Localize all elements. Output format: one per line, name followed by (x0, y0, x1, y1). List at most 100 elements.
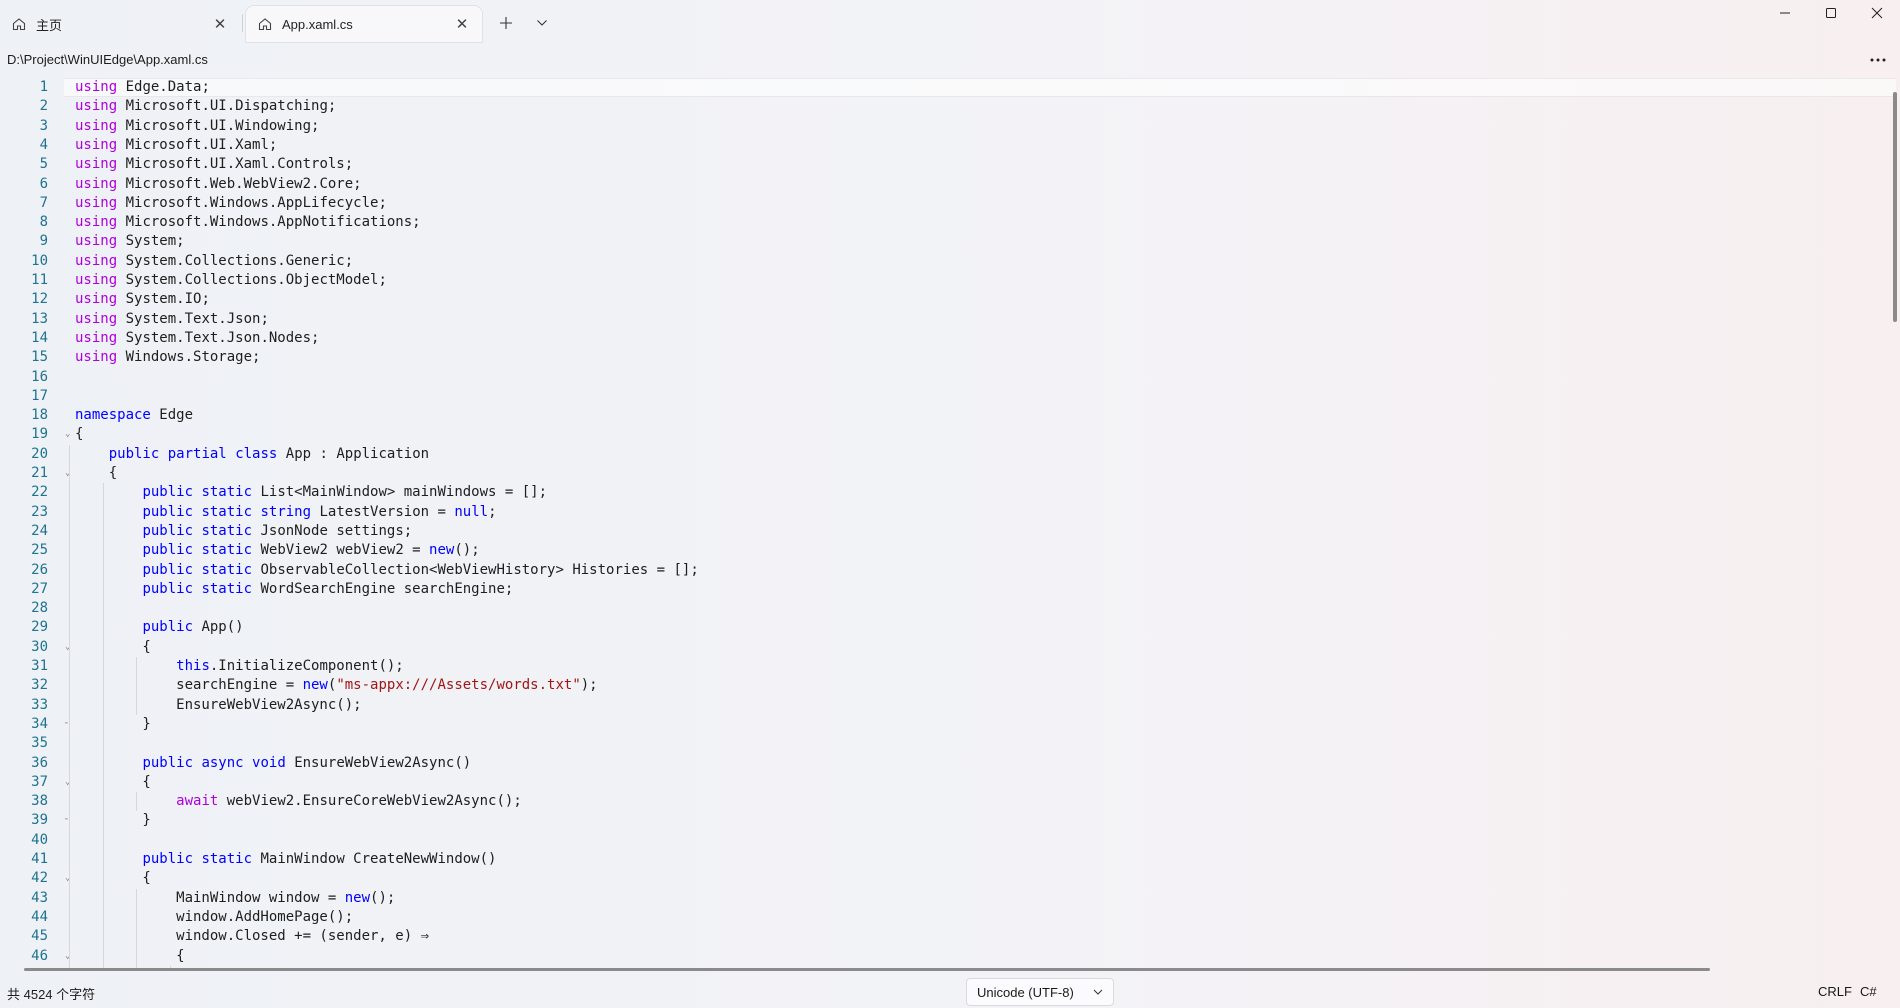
code-text: public static List<MainWindow> mainWindo… (142, 484, 548, 501)
indent-guide (69, 444, 70, 970)
code-line: 12 using System.IO; (0, 290, 1890, 309)
code-line: 8 using Microsoft.Windows.AppNotification… (0, 213, 1890, 232)
code-text: { (75, 947, 185, 964)
line-number: 44 (31, 908, 48, 925)
code-line: 19 ⌄{ (0, 425, 1890, 444)
line-number: 36 (31, 754, 48, 771)
code-line: 22 public static List<MainWindow> mainWi… (0, 483, 1890, 502)
line-number: 1 (39, 79, 48, 95)
code-line: 6 using Microsoft.Web.WebView2.Core; (0, 175, 1890, 194)
minimize-icon (1780, 12, 1790, 14)
horizontal-scrollbar[interactable] (24, 968, 1710, 971)
code-line: 14 using System.Text.Json.Nodes; (0, 329, 1890, 348)
code-text: public async void EnsureWebView2Async() (142, 754, 472, 771)
code-line: 31 this.InitializeComponent(); (0, 657, 1890, 676)
indent-guide (136, 888, 138, 970)
code-line: 25 public static WebView2 webView2 = new… (0, 541, 1890, 560)
code-line: 39 ╴ } (0, 811, 1890, 830)
close-icon (1871, 7, 1883, 19)
code-text: public App() (142, 619, 244, 636)
more-options-button[interactable] (1864, 50, 1892, 70)
code-text: { (75, 638, 151, 655)
code-text: searchEngine = new("ms-appx:///Assets/wo… (75, 677, 598, 694)
line-number: 21 (31, 465, 48, 481)
line-number: 37 (31, 773, 48, 790)
line-number: 46 (31, 947, 48, 964)
encoding-select[interactable]: Unicode (UTF-8) (966, 978, 1114, 1006)
code-line: 45 window.Closed += (sender, e) ⇒ (0, 927, 1890, 946)
code-editor[interactable]: 1 using Edge.Data; 2 using Microsoft.UI.Dis… (0, 78, 1896, 970)
language-mode[interactable]: C# (1860, 984, 1877, 999)
line-number: 23 (31, 503, 48, 520)
code-line: 41 public static MainWindow CreateNewWin… (0, 850, 1890, 869)
tab-label: 主页 (36, 17, 63, 33)
code-text: using Microsoft.Windows.AppLifecycle; (75, 194, 387, 211)
line-number: 42 (31, 870, 48, 887)
maximize-button[interactable] (1808, 0, 1854, 26)
code-text: MainWindow window = new(); (75, 889, 396, 906)
indent-guide (136, 657, 138, 715)
tab-list-button[interactable] (528, 10, 556, 36)
vertical-scrollbar[interactable] (1893, 92, 1897, 322)
code-line: 4 using Microsoft.UI.Xaml; (0, 136, 1890, 155)
indent-guide (136, 792, 138, 812)
title-bar: 主页 ✕ App.xaml.cs ✕ (0, 0, 1900, 42)
code-line: 21 ⌄ { (0, 464, 1890, 483)
code-text: using System.Collections.Generic; (75, 252, 354, 269)
line-number: 6 (39, 175, 48, 192)
line-number: 13 (31, 310, 48, 327)
code-text: using System; (75, 233, 185, 250)
code-text: this.InitializeComponent(); (176, 658, 404, 674)
tab-label: App.xaml.cs (282, 16, 353, 32)
close-window-button[interactable] (1854, 0, 1900, 26)
chevron-down-icon (537, 20, 547, 26)
code-line: 5 using Microsoft.UI.Xaml.Controls; (0, 155, 1890, 174)
chevron-down-icon (1093, 989, 1103, 995)
close-icon[interactable]: ✕ (212, 16, 228, 33)
status-bar: 共 4524 个字符 Unicode (UTF-8) CRLF C# (0, 976, 1900, 1008)
line-number: 39 (31, 812, 48, 829)
code-line: 38 await webView2.EnsureCoreWebView2Asyn… (0, 792, 1890, 811)
minimize-button[interactable] (1762, 0, 1808, 26)
close-icon[interactable]: ✕ (454, 16, 470, 33)
code-text: public static JsonNode settings; (142, 522, 413, 539)
code-line: 13 using System.Text.Json; (0, 310, 1890, 329)
code-text: using Windows.Storage; (75, 349, 261, 366)
code-line: 27 public static WordSearchEngine search… (0, 580, 1890, 599)
code-line: 11 using System.Collections.ObjectModel; (0, 271, 1890, 290)
code-line: 40 (0, 831, 1890, 850)
tab-home[interactable]: 主页 ✕ (0, 6, 240, 42)
code-line: 33 EnsureWebView2Async(); (0, 696, 1890, 715)
tab-app-xaml-cs[interactable]: App.xaml.cs ✕ (246, 6, 482, 42)
line-number: 30 (31, 638, 48, 655)
code-text: window.AddHomePage(); (75, 908, 354, 925)
line-number: 45 (31, 928, 48, 945)
line-number: 41 (31, 851, 48, 867)
path-bar: D:\Project\WinUIEdge\App.xaml.cs (0, 44, 1900, 74)
code-line: 43 MainWindow window = new(); (0, 889, 1890, 908)
new-tab-button[interactable] (492, 10, 520, 36)
line-number: 14 (31, 329, 48, 346)
code-line: 42 ⌄ { (0, 869, 1890, 888)
line-number: 9 (39, 233, 48, 250)
code-text: using Microsoft.UI.Dispatching; (75, 98, 337, 115)
code-text: public static string LatestVersion = nul… (142, 503, 497, 520)
line-number: 2 (39, 98, 48, 115)
line-number: 43 (31, 889, 48, 906)
line-number: 10 (31, 252, 48, 269)
line-number: 40 (31, 831, 48, 848)
code-text: { (75, 870, 151, 887)
code-line: 29 public App() (0, 618, 1890, 637)
line-number: 22 (31, 484, 48, 501)
code-text: using System.Text.Json.Nodes; (75, 329, 320, 346)
line-number: 17 (31, 387, 48, 404)
line-number: 26 (31, 561, 48, 578)
line-number: 33 (31, 696, 48, 713)
line-ending[interactable]: CRLF (1818, 984, 1852, 999)
code-line: 1 using Edge.Data; (0, 78, 1890, 97)
code-text: { (75, 426, 84, 443)
line-number: 35 (31, 735, 48, 752)
code-text: public static MainWindow CreateNewWindow… (142, 851, 497, 867)
fold-chevron-icon[interactable]: ⌄ (65, 425, 73, 444)
encoding-label: Unicode (UTF-8) (977, 984, 1074, 1000)
